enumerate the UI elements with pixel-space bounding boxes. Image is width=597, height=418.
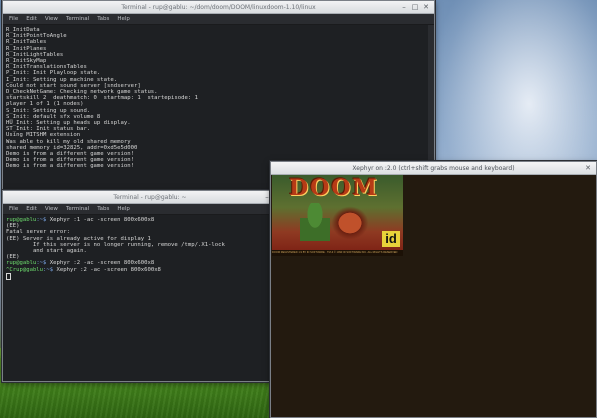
doom-copyright: DOOM REGISTERED 1.9 BY ID SOFTWARE · TM … [272, 250, 403, 256]
terminal-output[interactable]: rup@gablu:~$ Xephyr :1 -ac -screen 800x6… [3, 215, 297, 384]
prompt-path: :~$ [36, 260, 47, 267]
command-text: Xephyr :2 -ac -screen 800x600x8 [53, 266, 161, 273]
prompt-user: rup@gablu [6, 260, 37, 267]
demon-image [330, 205, 370, 241]
window-title: Terminal - rup@gablu: ~/dom/doom/DOOM/li… [121, 3, 316, 11]
command-text: Xephyr :1 -ac -screen 800x600x8 [46, 217, 155, 223]
prompt-path: :~$ [36, 217, 47, 223]
menu-view[interactable]: View [45, 206, 58, 212]
command-text: Xephyr :2 -ac -screen 800x600x8 [46, 260, 155, 267]
window-titlebar[interactable]: Terminal - rup@gablu: ~ – □ ✕ [3, 191, 297, 204]
menu-help[interactable]: Help [117, 206, 130, 212]
prompt-path: :~$ [43, 266, 54, 273]
menubar: File Edit View Terminal Tabs Help [3, 204, 297, 215]
menu-help[interactable]: Help [117, 16, 130, 22]
close-icon[interactable]: ✕ [422, 3, 430, 11]
terminal-window-home[interactable]: Terminal - rup@gablu: ~ – □ ✕ File Edit … [2, 190, 298, 382]
menu-file[interactable]: File [9, 206, 18, 212]
id-software-logo: id [382, 231, 400, 247]
menu-terminal[interactable]: Terminal [66, 206, 89, 212]
xephyr-window[interactable]: Xephyr on :2.0 (ctrl+shift grabs mouse a… [270, 161, 597, 418]
window-title: Xephyr on :2.0 (ctrl+shift grabs mouse a… [352, 164, 515, 172]
doom-logo: DOOM [289, 175, 379, 201]
xephyr-display[interactable]: DOOM id DOOM REGISTERED 1.9 BY ID SOFTWA… [271, 175, 596, 417]
menu-terminal[interactable]: Terminal [66, 16, 89, 22]
cursor-icon [6, 272, 11, 280]
close-icon[interactable]: ✕ [584, 164, 592, 172]
menu-tabs[interactable]: Tabs [97, 206, 109, 212]
window-titlebar[interactable]: Terminal - rup@gablu: ~/dom/doom/DOOM/li… [3, 1, 434, 14]
marine-image [300, 203, 330, 241]
menu-view[interactable]: View [45, 16, 58, 22]
menu-file[interactable]: File [9, 16, 18, 22]
window-title: Terminal - rup@gablu: ~ [113, 193, 187, 201]
prompt-user: rup@gablu [6, 217, 37, 223]
menu-edit[interactable]: Edit [26, 206, 37, 212]
window-titlebar[interactable]: Xephyr on :2.0 (ctrl+shift grabs mouse a… [271, 162, 596, 175]
menu-tabs[interactable]: Tabs [97, 16, 109, 22]
terminal-cursor-line [6, 272, 294, 280]
menu-edit[interactable]: Edit [26, 16, 37, 22]
maximize-icon[interactable]: □ [411, 3, 419, 11]
doom-title-screen: DOOM id DOOM REGISTERED 1.9 BY ID SOFTWA… [272, 175, 403, 256]
prompt-user: ^Crup@gablu [6, 266, 44, 273]
menubar: File Edit View Terminal Tabs Help [3, 14, 434, 25]
minimize-icon[interactable]: – [400, 3, 408, 11]
